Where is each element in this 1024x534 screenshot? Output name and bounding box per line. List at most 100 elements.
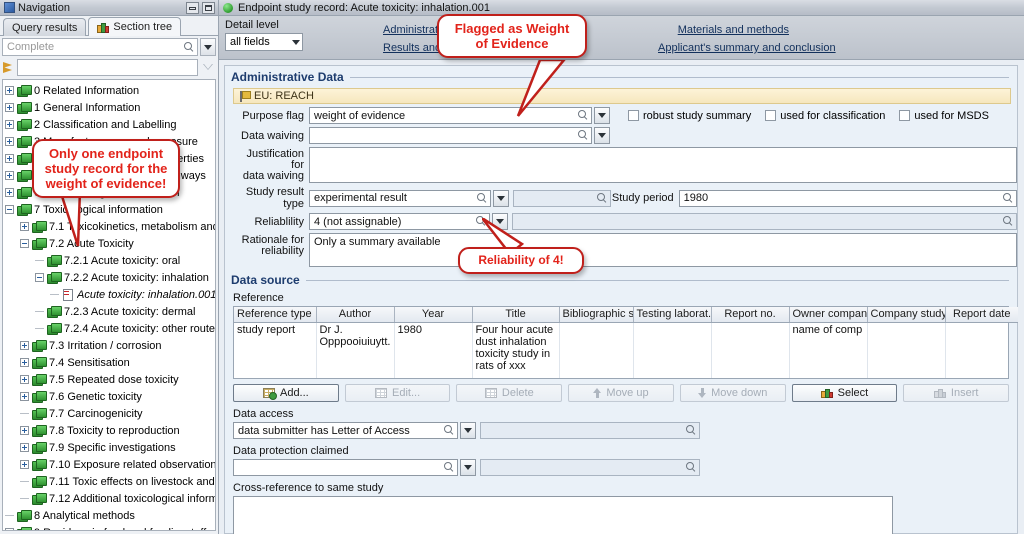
- expand-icon[interactable]: [5, 154, 14, 163]
- expand-icon[interactable]: [5, 137, 14, 146]
- expand-icon[interactable]: [5, 120, 14, 129]
- delete-button[interactable]: Delete: [456, 384, 563, 402]
- tree-item[interactable]: 8 Analytical methods: [3, 507, 215, 524]
- search-icon[interactable]: [1003, 216, 1014, 227]
- search-input[interactable]: Complete: [2, 38, 198, 56]
- tree-item[interactable]: 7.9 Specific investigations: [3, 439, 215, 456]
- search-icon[interactable]: [184, 41, 195, 53]
- expand-icon[interactable]: [20, 375, 29, 384]
- tree-item[interactable]: 7.7 Carcinogenicity: [3, 405, 215, 422]
- search-icon[interactable]: [444, 425, 455, 436]
- col-testing-laboratory[interactable]: Testing laborat...: [633, 307, 712, 323]
- data-waiving-input[interactable]: [309, 127, 592, 144]
- tree-item[interactable]: 1 General Information: [3, 99, 215, 116]
- study-result-type-secondary[interactable]: [513, 189, 611, 207]
- tree-item[interactable]: 7 Toxicological information: [3, 201, 215, 218]
- col-owner-company[interactable]: Owner company: [789, 307, 868, 323]
- search-icon[interactable]: [686, 425, 697, 436]
- collapse-icon[interactable]: [20, 239, 29, 248]
- expand-icon[interactable]: [20, 222, 29, 231]
- tree-item[interactable]: 7.8 Toxicity to reproduction: [3, 422, 215, 439]
- search-dropdown-button[interactable]: [200, 38, 216, 56]
- justification-textarea[interactable]: [309, 147, 1017, 183]
- tree-item[interactable]: 7.2.4 Acute toxicity: other routes: [3, 320, 215, 337]
- tree-item[interactable]: 7.11 Toxic effects on livestock and pets: [3, 473, 215, 490]
- filter-input[interactable]: [17, 59, 198, 76]
- col-reference-type[interactable]: Reference type: [234, 307, 317, 323]
- checkbox-used-for-classification[interactable]: used for classification: [765, 110, 885, 122]
- data-protection-secondary[interactable]: [480, 459, 700, 476]
- col-year[interactable]: Year: [394, 307, 473, 323]
- data-waiving-dropdown[interactable]: [594, 127, 610, 144]
- tree-item[interactable]: 7.2.2 Acute toxicity: inhalation: [3, 269, 215, 286]
- expand-icon[interactable]: [20, 443, 29, 452]
- expand-icon[interactable]: [20, 426, 29, 435]
- cross-reference-textarea[interactable]: [233, 496, 893, 534]
- search-icon[interactable]: [444, 462, 455, 473]
- move-up-button[interactable]: Move up: [568, 384, 674, 402]
- study-period-input[interactable]: 1980: [678, 189, 1017, 207]
- data-protection-input[interactable]: [233, 459, 458, 476]
- filter-dropdown-button[interactable]: [200, 59, 216, 76]
- col-report-date[interactable]: Report date: [945, 307, 1018, 323]
- rationale-textarea[interactable]: Only a summary available: [309, 233, 1017, 267]
- tree-item[interactable]: 7.2.1 Acute toxicity: oral: [3, 252, 215, 269]
- col-company-study[interactable]: Company study...: [867, 307, 946, 323]
- col-report-no[interactable]: Report no.: [711, 307, 790, 323]
- expand-icon[interactable]: [20, 358, 29, 367]
- tree-item[interactable]: 7.2 Acute Toxicity: [3, 235, 215, 252]
- collapse-icon[interactable]: [35, 273, 44, 282]
- insert-button[interactable]: Insert: [903, 384, 1010, 402]
- data-access-input[interactable]: data submitter has Letter of Access: [233, 422, 458, 439]
- tree-item[interactable]: 7.2.3 Acute toxicity: dermal: [3, 303, 215, 320]
- tree-item[interactable]: 7.12 Additional toxicological informatio…: [3, 490, 215, 507]
- tree-item[interactable]: 7.10 Exposure related observations in hu…: [3, 456, 215, 473]
- search-icon[interactable]: [477, 192, 488, 204]
- search-icon[interactable]: [578, 130, 589, 141]
- tree-item[interactable]: 9 Residues in food and feedingstuffs: [3, 524, 215, 530]
- detail-level-select[interactable]: all fields: [225, 33, 303, 51]
- tab-query-results[interactable]: Query results: [3, 18, 87, 36]
- reliability-secondary[interactable]: [512, 213, 1017, 230]
- expand-icon[interactable]: [5, 171, 14, 180]
- move-down-button[interactable]: Move down: [679, 384, 786, 402]
- tree-item[interactable]: 7.1 Toxicokinetics, metabolism and distr…: [3, 218, 215, 235]
- data-access-secondary[interactable]: [480, 422, 700, 439]
- study-result-type-input[interactable]: experimental result: [309, 189, 492, 207]
- tree-item[interactable]: 0 Related Information: [3, 82, 215, 99]
- study-result-type-dropdown[interactable]: [493, 189, 510, 207]
- search-icon[interactable]: [1003, 192, 1014, 204]
- select-button[interactable]: Select: [791, 384, 898, 402]
- minimize-icon[interactable]: [186, 2, 199, 14]
- maximize-icon[interactable]: [202, 2, 215, 14]
- table-row[interactable]: study report Dr J. Opppooiuiuytt. 1980 F…: [234, 322, 1018, 378]
- col-author[interactable]: Author: [316, 307, 395, 323]
- checkbox-box[interactable]: [628, 110, 639, 121]
- tab-section-tree[interactable]: Section tree: [88, 17, 182, 36]
- expand-icon[interactable]: [20, 460, 29, 469]
- data-access-dropdown[interactable]: [460, 422, 476, 439]
- collapse-icon[interactable]: [5, 205, 14, 214]
- expand-icon[interactable]: [20, 392, 29, 401]
- expand-icon[interactable]: [5, 188, 14, 197]
- search-icon[interactable]: [596, 192, 608, 204]
- add-button[interactable]: Add...: [233, 384, 339, 402]
- col-title[interactable]: Title: [472, 307, 560, 323]
- tree-item[interactable]: Acute toxicity: inhalation.001: [3, 286, 215, 303]
- checkbox-robust-study-summary[interactable]: robust study summary: [628, 110, 751, 122]
- link-materials-and-methods[interactable]: Materials and methods: [678, 24, 789, 36]
- expand-icon[interactable]: [5, 103, 14, 112]
- checkbox-box[interactable]: [765, 110, 777, 121]
- tree-item[interactable]: 7.4 Sensitisation: [3, 354, 215, 371]
- expand-icon[interactable]: [5, 528, 14, 530]
- expand-icon[interactable]: [5, 86, 14, 95]
- col-bibliographic-source[interactable]: Bibliographic s...: [559, 307, 634, 323]
- expand-icon[interactable]: [20, 341, 29, 350]
- tree-item[interactable]: 7.6 Genetic toxicity: [3, 388, 215, 405]
- tree-item[interactable]: 7.3 Irritation / corrosion: [3, 337, 215, 354]
- tree-item[interactable]: 7.5 Repeated dose toxicity: [3, 371, 215, 388]
- tree-item[interactable]: 2 Classification and Labelling: [3, 116, 215, 133]
- edit-button[interactable]: Edit...: [344, 384, 451, 402]
- link-applicants-summary[interactable]: Applicant's summary and conclusion: [658, 42, 836, 54]
- data-protection-dropdown[interactable]: [460, 459, 476, 476]
